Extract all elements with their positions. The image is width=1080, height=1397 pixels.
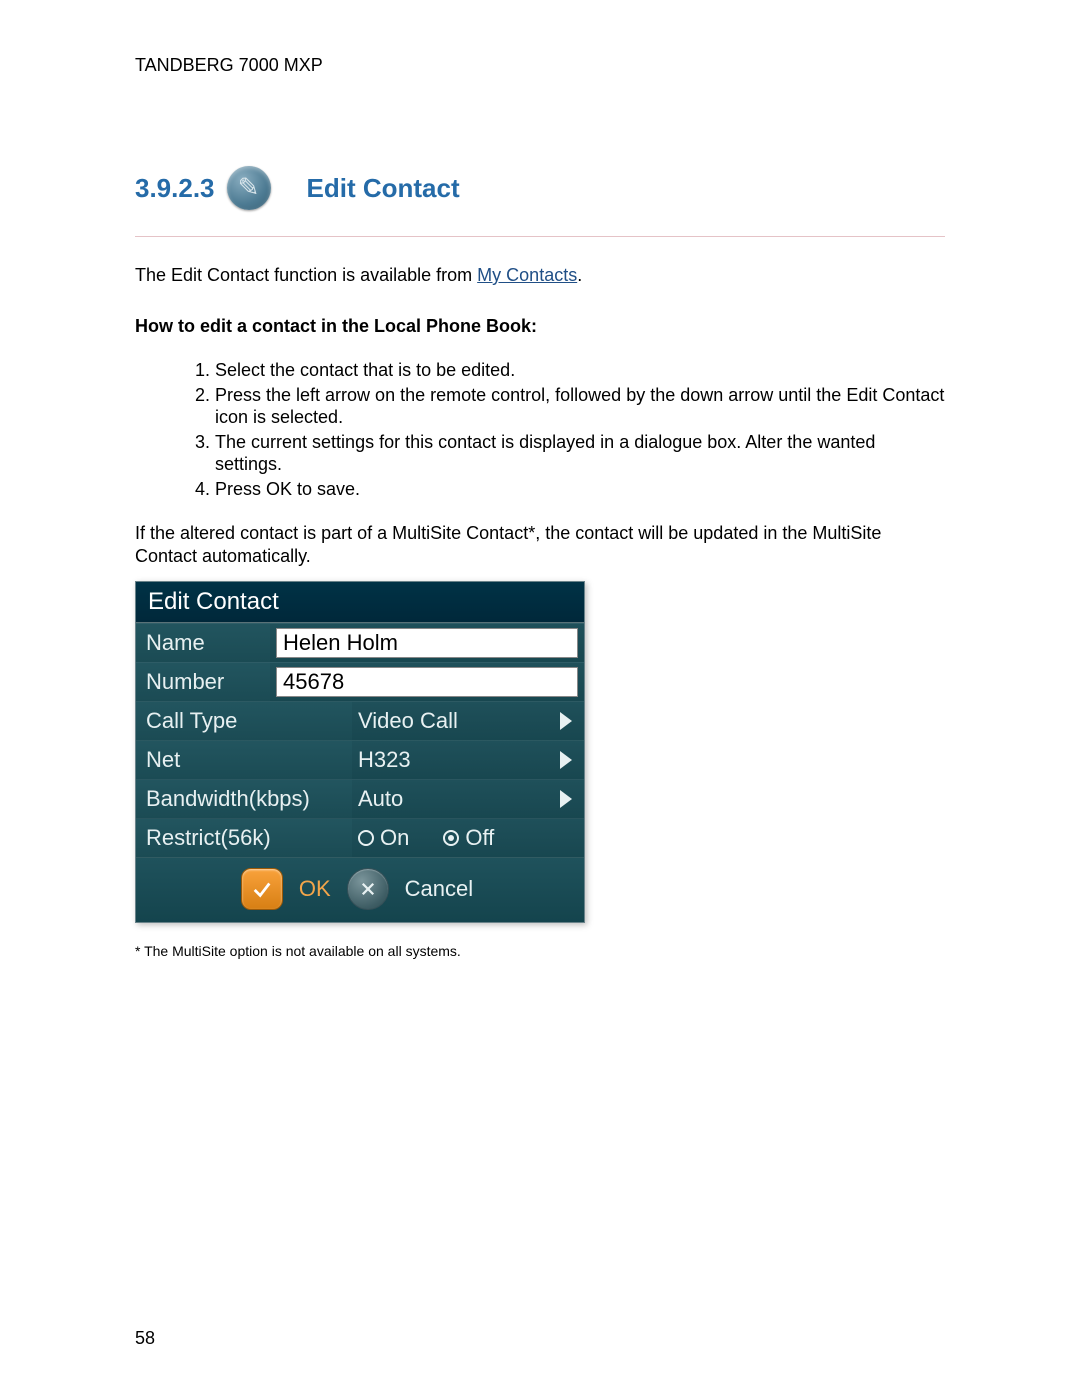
- select-calltype[interactable]: Video Call: [358, 708, 578, 734]
- label-number: Number: [136, 663, 270, 701]
- select-calltype-value: Video Call: [358, 708, 458, 734]
- label-restrict: Restrict(56k): [136, 819, 352, 857]
- chevron-right-icon: [560, 712, 572, 730]
- row-number: Number: [136, 662, 584, 701]
- cancel-label: Cancel: [399, 876, 479, 902]
- intro-text: The Edit Contact function is available f…: [135, 265, 945, 286]
- howto-title: How to edit a contact in the Local Phone…: [135, 316, 945, 337]
- close-icon: [359, 880, 377, 898]
- radio-off-label: Off: [465, 825, 494, 851]
- page-number: 58: [135, 1328, 155, 1349]
- row-restrict: Restrict(56k) On Off: [136, 818, 584, 857]
- input-number[interactable]: [276, 667, 578, 697]
- input-name[interactable]: [276, 628, 578, 658]
- footnote: * The MultiSite option is not available …: [135, 943, 945, 959]
- row-name: Name: [136, 623, 584, 662]
- step-1: Select the contact that is to be edited.: [215, 359, 945, 382]
- label-bandwidth: Bandwidth(kbps): [136, 780, 352, 818]
- radio-on-label: On: [380, 825, 409, 851]
- howto-steps: Select the contact that is to be edited.…: [135, 359, 945, 500]
- my-contacts-link[interactable]: My Contacts: [477, 265, 577, 285]
- ok-label: OK: [293, 876, 337, 902]
- radio-dot-off: [443, 830, 459, 846]
- section-title: Edit Contact: [307, 173, 460, 204]
- label-net: Net: [136, 741, 352, 779]
- select-net-value: H323: [358, 747, 411, 773]
- paragraph-multisite: If the altered contact is part of a Mult…: [135, 522, 945, 567]
- row-bandwidth: Bandwidth(kbps) Auto: [136, 779, 584, 818]
- step-4: Press OK to save.: [215, 478, 945, 501]
- row-net: Net H323: [136, 740, 584, 779]
- label-calltype: Call Type: [136, 702, 352, 740]
- label-name: Name: [136, 624, 270, 662]
- chevron-right-icon: [560, 751, 572, 769]
- section-number: 3.9.2.3: [135, 173, 215, 204]
- row-calltype: Call Type Video Call: [136, 701, 584, 740]
- check-icon: [251, 878, 273, 900]
- select-bandwidth-value: Auto: [358, 786, 403, 812]
- intro-after-link: .: [577, 265, 582, 285]
- step-3: The current settings for this contact is…: [215, 431, 945, 476]
- cancel-button[interactable]: [347, 868, 389, 910]
- ok-button[interactable]: [241, 868, 283, 910]
- select-bandwidth[interactable]: Auto: [358, 786, 578, 812]
- intro-before-link: The Edit Contact function is available f…: [135, 265, 477, 285]
- select-net[interactable]: H323: [358, 747, 578, 773]
- product-header: TANDBERG 7000 MXP: [135, 55, 945, 76]
- radio-on[interactable]: On: [358, 825, 409, 851]
- section-heading: 3.9.2.3 Edit Contact: [135, 166, 945, 236]
- dialog-actions: OK Cancel: [136, 857, 584, 922]
- dialog-title: Edit Contact: [136, 582, 584, 623]
- step-2: Press the left arrow on the remote contr…: [215, 384, 945, 429]
- edit-contact-dialog: Edit Contact Name Number Call Type Video…: [135, 581, 585, 923]
- radio-off[interactable]: Off: [443, 825, 494, 851]
- pencil-icon: [227, 166, 271, 210]
- radio-dot-on: [358, 830, 374, 846]
- chevron-right-icon: [560, 790, 572, 808]
- section-divider: [135, 236, 945, 237]
